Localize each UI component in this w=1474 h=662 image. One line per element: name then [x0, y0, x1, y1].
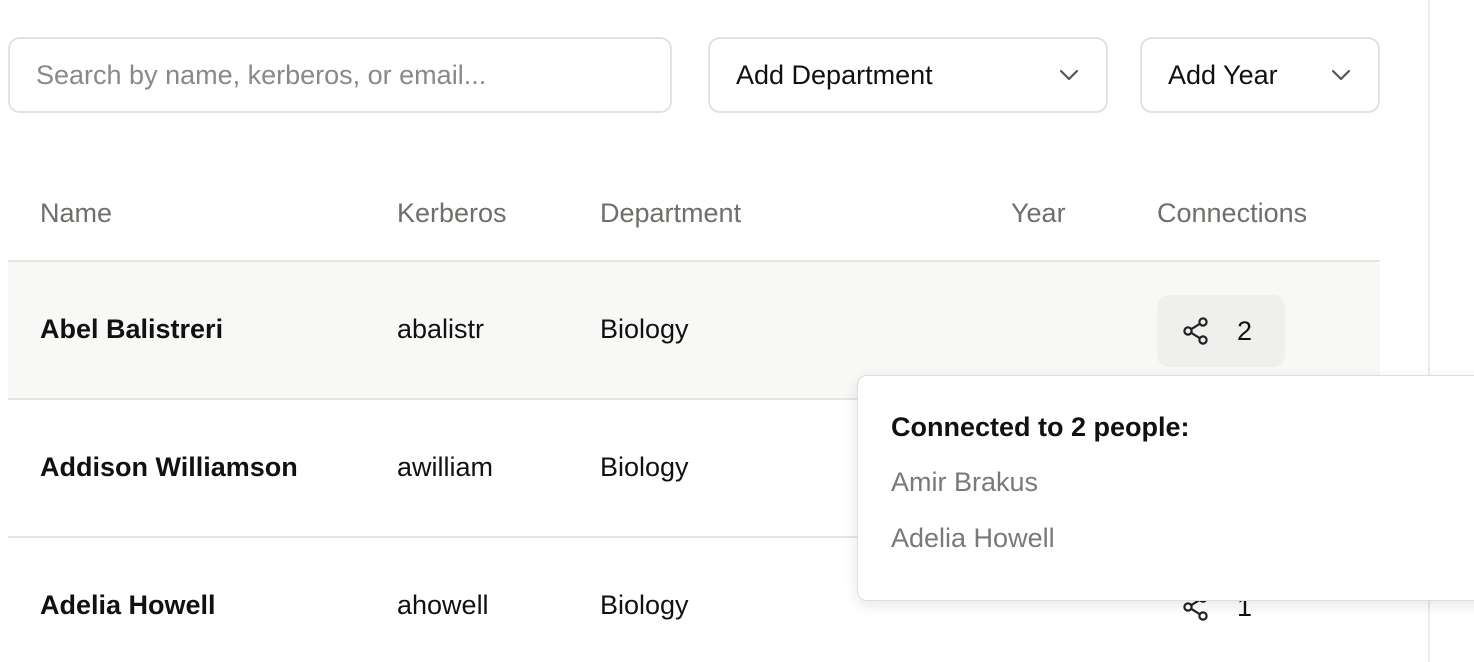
cell-kerberos: awilliam [397, 452, 494, 482]
connected-person[interactable]: Amir Brakus [891, 465, 1474, 521]
search-field[interactable] [8, 37, 672, 113]
connected-person[interactable]: Adelia Howell [891, 521, 1474, 577]
popover-title: Connected to 2 people: [891, 412, 1190, 442]
cell-kerberos: ahowell [397, 590, 489, 620]
directory-page: Add Department Add Year Name Kerberos De… [0, 0, 1474, 662]
cell-name: Adelia Howell [40, 590, 216, 620]
chevron-down-icon [1058, 64, 1080, 86]
table-header: Name Kerberos Department Year Connection… [8, 160, 1380, 262]
department-select-label: Add Department [736, 59, 933, 90]
cell-name: Addison Williamson [40, 452, 298, 482]
header-name[interactable]: Name [40, 198, 112, 229]
year-select[interactable]: Add Year [1140, 37, 1380, 113]
connections-popover: Connected to 2 people: Amir Brakus Adeli… [857, 375, 1474, 601]
header-department[interactable]: Department [600, 198, 741, 229]
search-input[interactable] [10, 59, 670, 91]
department-select[interactable]: Add Department [708, 37, 1108, 113]
chevron-down-icon [1330, 64, 1352, 86]
year-select-label: Add Year [1168, 59, 1278, 90]
share-icon [1181, 315, 1213, 347]
connections-button[interactable]: 2 [1157, 295, 1285, 367]
cell-department: Biology [600, 590, 689, 620]
cell-department: Biology [600, 314, 689, 344]
cell-kerberos: abalistr [397, 314, 485, 344]
header-kerberos[interactable]: Kerberos [397, 198, 507, 229]
connections-count: 2 [1237, 315, 1253, 346]
header-connections[interactable]: Connections [1157, 198, 1307, 229]
cell-department: Biology [600, 452, 689, 482]
cell-name: Abel Balistreri [40, 314, 224, 344]
header-year[interactable]: Year [1011, 198, 1066, 229]
